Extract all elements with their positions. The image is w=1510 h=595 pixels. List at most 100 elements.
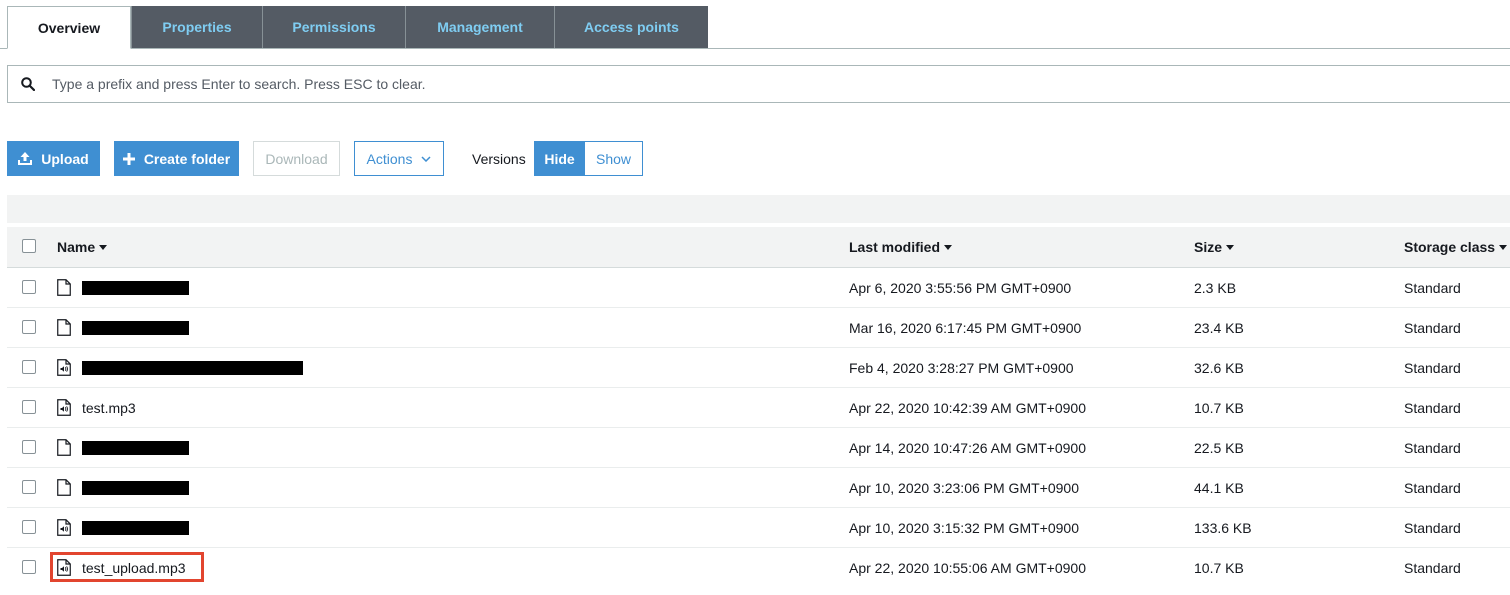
last-modified-cell: Apr 22, 2020 10:55:06 AM GMT+0900: [849, 559, 1086, 576]
last-modified-cell: Apr 6, 2020 3:55:56 PM GMT+0900: [849, 279, 1072, 296]
tab-bar: Overview Properties Permissions Manageme…: [0, 0, 1510, 49]
size-cell: 22.5 KB: [1194, 439, 1244, 456]
storage-class-cell: Standard: [1404, 319, 1461, 336]
storage-class-cell: Standard: [1404, 399, 1461, 416]
search-input[interactable]: [52, 76, 1252, 92]
file-name-cell[interactable]: [57, 348, 303, 387]
column-header-name-label: Name: [57, 239, 96, 255]
plus-icon: [122, 152, 135, 165]
table-row[interactable]: Apr 14, 2020 10:47:26 AM GMT+0900 22.5 K…: [7, 428, 1510, 468]
column-header-size[interactable]: Size: [1194, 227, 1235, 267]
storage-class-cell: Standard: [1404, 479, 1461, 496]
actions-dropdown[interactable]: Actions: [354, 141, 444, 176]
file-name-link[interactable]: test.mp3: [82, 400, 136, 416]
file-name-cell[interactable]: [57, 428, 189, 467]
audio-file-icon: [57, 519, 71, 536]
redacted-filename: [82, 360, 303, 375]
size-cell: 44.1 KB: [1194, 479, 1244, 496]
tab-permissions[interactable]: Permissions: [262, 6, 405, 48]
actions-label: Actions: [366, 150, 413, 167]
table-row[interactable]: test.mp3 Apr 22, 2020 10:42:39 AM GMT+09…: [7, 388, 1510, 428]
column-header-size-label: Size: [1194, 239, 1223, 255]
table-row[interactable]: test_upload.mp3 Apr 22, 2020 10:55:06 AM…: [7, 548, 1510, 587]
storage-class-cell: Standard: [1404, 559, 1461, 576]
tab-management[interactable]: Management: [405, 6, 554, 48]
sort-caret-icon: [944, 244, 953, 250]
table-header: Name Last modified Size Storage class: [7, 227, 1510, 268]
objects-table: Name Last modified Size Storage class Ap…: [7, 227, 1510, 587]
table-row[interactable]: Apr 10, 2020 3:15:32 PM GMT+0900 133.6 K…: [7, 508, 1510, 548]
last-modified-cell: Apr 22, 2020 10:42:39 AM GMT+0900: [849, 399, 1086, 416]
storage-class-cell: Standard: [1404, 439, 1461, 456]
last-modified-cell: Apr 14, 2020 10:47:26 AM GMT+0900: [849, 439, 1086, 456]
table-row[interactable]: Apr 10, 2020 3:23:06 PM GMT+0900 44.1 KB…: [7, 468, 1510, 508]
last-modified-cell: Mar 16, 2020 6:17:45 PM GMT+0900: [849, 319, 1082, 336]
column-header-storage-class[interactable]: Storage class: [1404, 227, 1508, 267]
file-name-cell[interactable]: test.mp3: [57, 388, 136, 427]
tab-divider: [0, 48, 1510, 49]
create-folder-button[interactable]: Create folder: [114, 141, 239, 176]
table-toolbar-strip: [7, 195, 1510, 223]
tab-overview[interactable]: Overview: [7, 6, 131, 49]
table-row[interactable]: Apr 6, 2020 3:55:56 PM GMT+0900 2.3 KB S…: [7, 268, 1510, 308]
column-header-storage-class-label: Storage class: [1404, 239, 1496, 255]
file-name-link[interactable]: test_upload.mp3: [82, 560, 186, 576]
sort-caret-icon: [1226, 244, 1235, 250]
row-checkbox[interactable]: [22, 520, 36, 534]
file-name-cell[interactable]: [57, 468, 189, 507]
storage-class-cell: Standard: [1404, 279, 1461, 296]
redacted-filename: [82, 520, 189, 535]
file-name-cell[interactable]: [57, 308, 189, 347]
row-checkbox[interactable]: [22, 360, 36, 374]
upload-label: Upload: [41, 150, 89, 167]
file-icon: [57, 319, 71, 336]
tab-properties[interactable]: Properties: [131, 6, 262, 48]
table-row[interactable]: Mar 16, 2020 6:17:45 PM GMT+0900 23.4 KB…: [7, 308, 1510, 348]
size-cell: 10.7 KB: [1194, 399, 1244, 416]
redacted-filename: [82, 480, 189, 495]
size-cell: 2.3 KB: [1194, 279, 1237, 296]
file-icon: [57, 439, 71, 456]
row-checkbox[interactable]: [22, 320, 36, 334]
select-all-checkbox[interactable]: [22, 239, 36, 253]
row-checkbox[interactable]: [22, 400, 36, 414]
row-checkbox[interactable]: [22, 560, 36, 574]
versions-hide-toggle[interactable]: Hide: [534, 141, 585, 176]
file-icon: [57, 479, 71, 496]
file-name-cell[interactable]: test_upload.mp3: [57, 548, 186, 587]
last-modified-cell: Apr 10, 2020 3:15:32 PM GMT+0900: [849, 519, 1079, 536]
file-name-cell[interactable]: [57, 508, 189, 547]
row-checkbox[interactable]: [22, 280, 36, 294]
sort-caret-icon: [1499, 244, 1508, 250]
row-checkbox[interactable]: [22, 480, 36, 494]
size-cell: 133.6 KB: [1194, 519, 1252, 536]
column-header-last-modified-label: Last modified: [849, 239, 941, 255]
file-name-cell[interactable]: [57, 268, 189, 307]
redacted-filename: [82, 440, 189, 455]
row-checkbox[interactable]: [22, 440, 36, 454]
size-cell: 10.7 KB: [1194, 559, 1244, 576]
size-cell: 32.6 KB: [1194, 359, 1244, 376]
column-header-last-modified[interactable]: Last modified: [849, 227, 953, 267]
search-bar: [7, 65, 1510, 103]
audio-file-icon: [57, 559, 71, 576]
download-button[interactable]: Download: [253, 141, 340, 176]
versions-label: Versions: [472, 151, 526, 167]
storage-class-cell: Standard: [1404, 519, 1461, 536]
redacted-filename: [82, 280, 189, 295]
redacted-filename: [82, 320, 189, 335]
storage-class-cell: Standard: [1404, 359, 1461, 376]
column-header-name[interactable]: Name: [57, 227, 108, 267]
size-cell: 23.4 KB: [1194, 319, 1244, 336]
last-modified-cell: Apr 10, 2020 3:23:06 PM GMT+0900: [849, 479, 1079, 496]
upload-icon: [18, 152, 33, 165]
last-modified-cell: Feb 4, 2020 3:28:27 PM GMT+0900: [849, 359, 1074, 376]
create-folder-label: Create folder: [143, 150, 231, 167]
chevron-down-icon: [421, 155, 431, 162]
file-icon: [57, 279, 71, 296]
upload-button[interactable]: Upload: [7, 141, 100, 176]
tab-access-points[interactable]: Access points: [554, 6, 708, 48]
versions-show-toggle[interactable]: Show: [585, 141, 643, 176]
audio-file-icon: [57, 399, 71, 416]
table-row[interactable]: Feb 4, 2020 3:28:27 PM GMT+0900 32.6 KB …: [7, 348, 1510, 388]
